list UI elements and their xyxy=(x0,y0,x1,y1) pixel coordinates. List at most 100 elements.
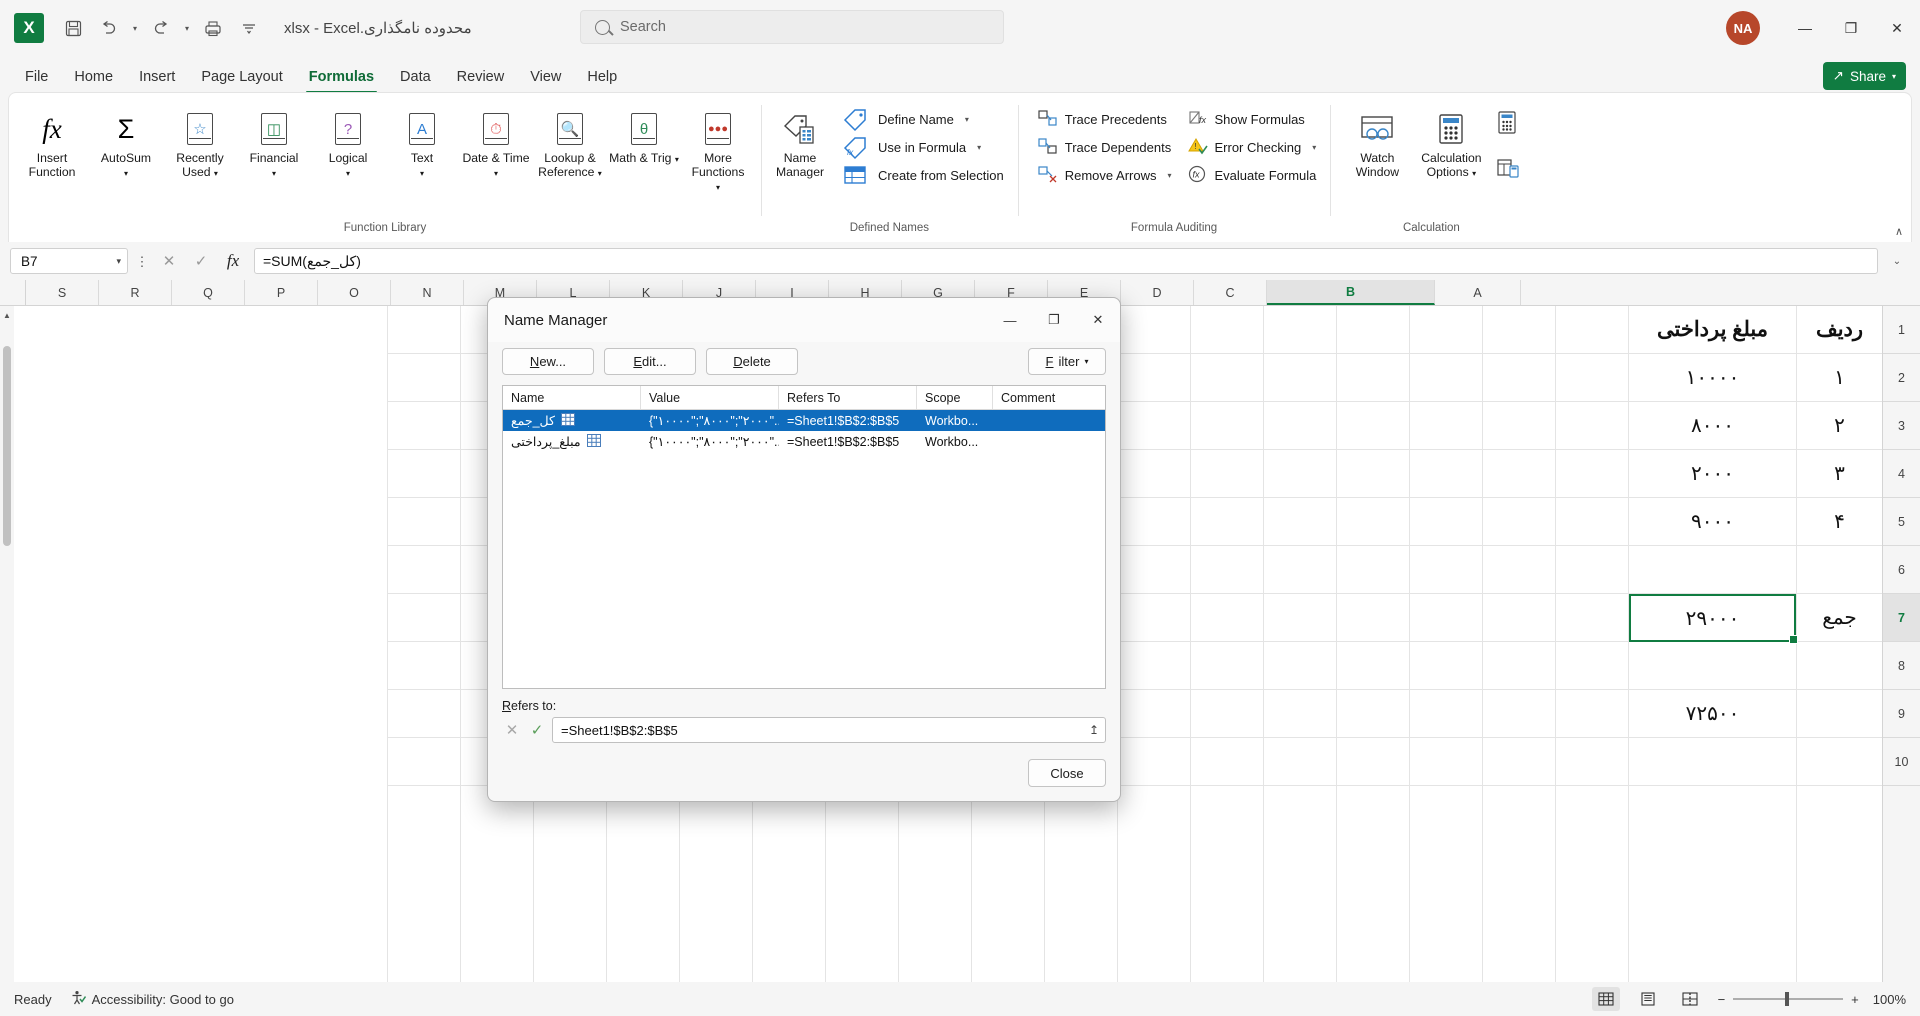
row-header-6[interactable]: 6 xyxy=(1883,546,1920,594)
column-header-P[interactable]: P xyxy=(245,280,318,305)
cell-F7[interactable] xyxy=(1337,594,1409,642)
redo-dropdown-caret[interactable]: ▾ xyxy=(180,12,194,44)
formula-bar-options[interactable]: ⋮ xyxy=(134,255,150,268)
tab-file[interactable]: File xyxy=(12,62,61,92)
cell-E4[interactable] xyxy=(1410,450,1482,498)
table-row[interactable]: کل_جمع {"۱۰۰۰۰";"۸۰۰۰";"۲۰۰۰"... =Sheet1!$… xyxy=(503,410,1105,431)
use-in-formula-caret-icon[interactable]: ▾ xyxy=(977,143,981,152)
cell-E6[interactable] xyxy=(1410,546,1482,594)
cell-D7[interactable] xyxy=(1483,594,1555,642)
cell-E10[interactable] xyxy=(1410,738,1482,786)
column-header-B[interactable]: B xyxy=(1267,280,1435,305)
cell-F6[interactable] xyxy=(1337,546,1409,594)
cell-C4[interactable] xyxy=(1556,450,1628,498)
cell-B5[interactable]: ۹۰۰۰ xyxy=(1629,498,1796,546)
cell-E3[interactable] xyxy=(1410,402,1482,450)
redo-icon[interactable] xyxy=(144,12,178,44)
cell-E5[interactable] xyxy=(1410,498,1482,546)
cell-C9[interactable] xyxy=(1556,690,1628,738)
cell-B7[interactable]: ۲۹۰۰۰ xyxy=(1629,594,1798,644)
cell-E9[interactable] xyxy=(1410,690,1482,738)
save-icon[interactable] xyxy=(56,12,90,44)
cell-I1[interactable] xyxy=(1118,306,1190,354)
maximize-button[interactable]: ❐ xyxy=(1828,0,1874,56)
dialog-minimize-button[interactable]: — xyxy=(988,298,1032,342)
zoom-level-label[interactable]: 100% xyxy=(1873,992,1906,1007)
cell-A6[interactable] xyxy=(1797,546,1882,594)
filter-button[interactable]: Filter ▾ xyxy=(1028,348,1106,375)
math-trig-button[interactable]: θ Math & Trig ▾ xyxy=(607,99,681,222)
cell-H3[interactable] xyxy=(1191,402,1263,450)
cell-I10[interactable] xyxy=(1118,738,1190,786)
more-functions-button[interactable]: ●●● More Functions ▾ xyxy=(681,99,755,222)
cell-E8[interactable] xyxy=(1410,642,1482,690)
minimize-button[interactable]: — xyxy=(1782,0,1828,56)
zoom-track[interactable] xyxy=(1733,992,1844,1006)
cell-I2[interactable] xyxy=(1118,354,1190,402)
column-header-C[interactable]: C xyxy=(1194,280,1267,305)
tab-review[interactable]: Review xyxy=(444,62,518,92)
cell-B8[interactable] xyxy=(1629,642,1796,690)
cell-H8[interactable] xyxy=(1191,642,1263,690)
cell-G6[interactable] xyxy=(1264,546,1336,594)
define-name-button[interactable]: Define Name ▾ xyxy=(833,105,1012,133)
logical-button[interactable]: ? Logical ▾ xyxy=(311,99,385,222)
error-checking-button[interactable]: ! Error Checking ▾ xyxy=(1180,133,1325,161)
cell-D1[interactable] xyxy=(1483,306,1555,354)
cell-D4[interactable] xyxy=(1483,450,1555,498)
cell-F1[interactable] xyxy=(1337,306,1409,354)
cell-I3[interactable] xyxy=(1118,402,1190,450)
cell-B4[interactable]: ۲۰۰۰ xyxy=(1629,450,1796,498)
column-header-value[interactable]: Value xyxy=(641,386,779,409)
insert-function-button[interactable]: fx Insert Function xyxy=(15,99,89,222)
avatar[interactable]: NA xyxy=(1726,11,1760,45)
cell-H6[interactable] xyxy=(1191,546,1263,594)
insert-function-icon[interactable]: fx xyxy=(220,248,246,274)
cell-F9[interactable] xyxy=(1337,690,1409,738)
name-manager-button[interactable]: Name Manager xyxy=(767,99,833,222)
use-in-formula-button[interactable]: fx Use in Formula ▾ xyxy=(833,133,1012,161)
dialog-maximize-button[interactable]: ❐ xyxy=(1032,298,1076,342)
select-all-corner[interactable] xyxy=(0,280,26,305)
expand-formula-bar-icon[interactable]: ⌄ xyxy=(1884,256,1910,267)
row-header-7[interactable]: 7 xyxy=(1883,594,1920,642)
cell-A5[interactable]: ۴ xyxy=(1797,498,1882,546)
cell-F10[interactable] xyxy=(1337,738,1409,786)
delete-name-button[interactable]: Delete xyxy=(706,348,798,375)
cell-B2[interactable]: ۱۰۰۰۰ xyxy=(1629,354,1796,402)
cell-S4[interactable] xyxy=(388,450,460,498)
cell-S2[interactable] xyxy=(388,354,460,402)
cell-B1[interactable]: مبلغ پرداختی xyxy=(1629,306,1796,354)
dialog-close-icon[interactable]: ✕ xyxy=(1076,298,1120,342)
cell-H5[interactable] xyxy=(1191,498,1263,546)
column-header-comment[interactable]: Comment xyxy=(993,386,1105,409)
cell-H2[interactable] xyxy=(1191,354,1263,402)
cell-H7[interactable] xyxy=(1191,594,1263,642)
normal-view-button[interactable] xyxy=(1591,987,1620,1011)
cell-A8[interactable] xyxy=(1797,642,1882,690)
tab-page-layout[interactable]: Page Layout xyxy=(188,62,295,92)
autosum-button[interactable]: Σ AutoSum ▾ xyxy=(89,99,163,222)
calculate-sheet-button[interactable] xyxy=(1490,155,1526,183)
zoom-in-button[interactable]: + xyxy=(1851,992,1859,1007)
cell-A7[interactable]: جمع xyxy=(1797,594,1882,642)
share-button[interactable]: ↗ Share ▾ xyxy=(1822,62,1906,90)
cell-B6[interactable] xyxy=(1629,546,1796,594)
cell-S8[interactable] xyxy=(388,642,460,690)
column-header-O[interactable]: O xyxy=(318,280,391,305)
show-formulas-button[interactable]: fx Show Formulas xyxy=(1180,105,1325,133)
row-header-2[interactable]: 2 xyxy=(1883,354,1920,402)
evaluate-formula-button[interactable]: fx Evaluate Formula xyxy=(1180,161,1325,189)
cell-D5[interactable] xyxy=(1483,498,1555,546)
cell-E7[interactable] xyxy=(1410,594,1482,642)
search-input[interactable]: Search xyxy=(580,10,1004,44)
undo-icon[interactable] xyxy=(92,12,126,44)
cell-C5[interactable] xyxy=(1556,498,1628,546)
trace-dependents-button[interactable]: Trace Dependents xyxy=(1030,133,1180,161)
cell-S6[interactable] xyxy=(388,546,460,594)
cell-G7[interactable] xyxy=(1264,594,1336,642)
column-header-scope[interactable]: Scope xyxy=(917,386,993,409)
page-break-view-button[interactable] xyxy=(1676,987,1704,1011)
cell-S10[interactable] xyxy=(388,738,460,786)
page-layout-view-button[interactable] xyxy=(1634,987,1662,1011)
